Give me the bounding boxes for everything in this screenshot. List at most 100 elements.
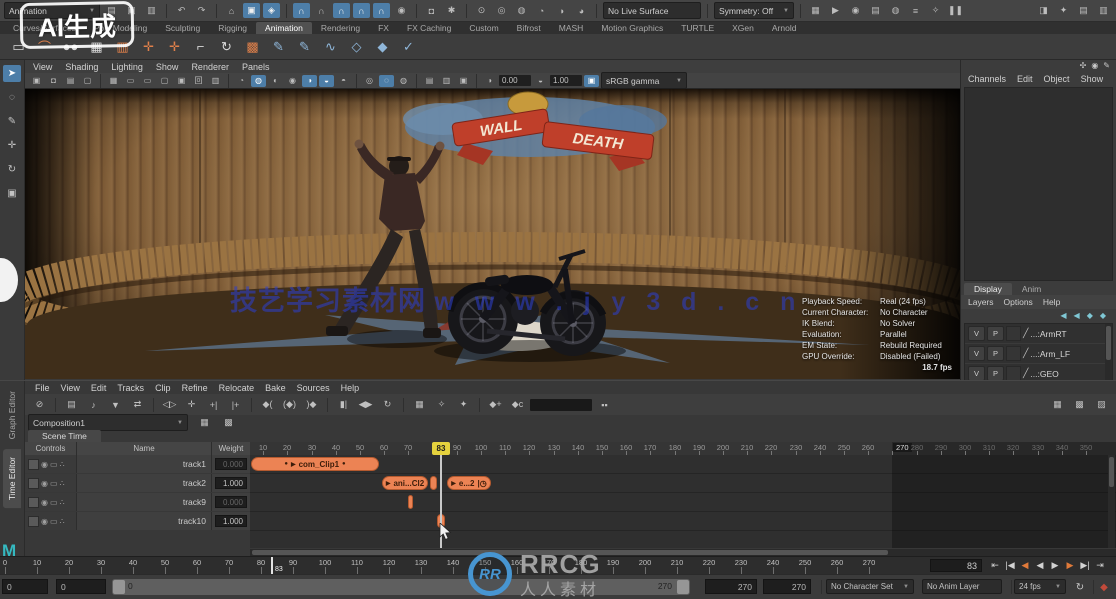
ipr-render-icon[interactable]: ◉ [847, 3, 864, 18]
layer-menu-options[interactable]: Options [1004, 297, 1033, 307]
snap-projected-center-icon[interactable]: ∩ [353, 3, 370, 18]
cache-icon[interactable]: ◎ [493, 3, 510, 18]
sequence-icon[interactable]: ▥ [439, 75, 454, 87]
shelf-tab-bifrost[interactable]: Bifrost [508, 22, 550, 34]
snapshot-icon[interactable]: ▤ [422, 75, 437, 87]
time-editor-menu-refine[interactable]: Refine [182, 383, 208, 393]
safe-action-icon[interactable]: 回 [191, 75, 206, 87]
pencil-curve-icon[interactable]: ✎ [268, 36, 289, 57]
construction-history-icon[interactable]: ⊙ [473, 3, 490, 18]
snap-point-icon[interactable]: ∩ [333, 3, 350, 18]
graph-key-icon[interactable]: ▩ [242, 36, 263, 57]
shelf-tab-arnold[interactable]: Arnold [763, 22, 806, 34]
exposure-icon[interactable]: ◑ [482, 75, 497, 87]
lock-selection-icon[interactable]: ◘ [423, 3, 440, 18]
set-breakdown-icon[interactable]: ✛ [164, 36, 185, 57]
time-editor-menu-sources[interactable]: Sources [297, 383, 330, 393]
retime-clip-icon[interactable]: ◆c [508, 397, 527, 413]
shelf-tab-turtle[interactable]: TURTLE [672, 22, 723, 34]
timeline-vscrollbar[interactable] [1108, 455, 1115, 548]
layer-color-swatch[interactable] [1006, 346, 1021, 361]
move-tool-icon[interactable]: ✛ [3, 137, 21, 154]
wireframe-icon[interactable]: ◔ [533, 3, 550, 18]
ghost-clip-icon[interactable]: ✧ [432, 397, 451, 413]
evaluation-icon[interactable]: ◍ [513, 3, 530, 18]
step-back-frame-button[interactable]: |◀ [1003, 558, 1017, 573]
channel-box-menu-edit[interactable]: Edit [1017, 74, 1033, 84]
composition-dropdown[interactable]: Composition1 ▼ [28, 414, 188, 431]
pose-icon[interactable]: ◇ [346, 36, 367, 57]
shelf-tab-mash[interactable]: MASH [550, 22, 593, 34]
ripple-edit-icon[interactable]: ◁▷ [160, 397, 179, 413]
layer-playback-toggle[interactable]: P [987, 326, 1004, 341]
layer-menu-layers[interactable]: Layers [968, 297, 994, 307]
viewport-menu-view[interactable]: View [33, 62, 52, 72]
loop-clip-icon[interactable]: ↻ [378, 397, 397, 413]
layer-tab-anim[interactable]: Anim [1012, 283, 1051, 295]
key-clip-start-icon[interactable]: ◆( [258, 397, 277, 413]
track-solo-icon[interactable]: ▭ [50, 460, 58, 469]
ik-handle-icon[interactable]: ⌐ [190, 36, 211, 57]
track-ghost-icon[interactable]: ∴ [60, 498, 65, 507]
clip-blob[interactable] [408, 495, 413, 509]
bookmark-icon[interactable]: ▤ [63, 75, 78, 87]
grid-toggle-icon[interactable]: ▦ [106, 75, 121, 87]
animation-end-field[interactable]: 270 [763, 579, 811, 594]
track-enable-checkbox[interactable] [28, 478, 39, 489]
shelf-tab-rigging[interactable]: Rigging [209, 22, 256, 34]
save-scene-icon[interactable]: ▥ [143, 3, 160, 18]
field-chart-icon[interactable]: ▣ [174, 75, 189, 87]
track-ghost-icon[interactable]: ∴ [60, 517, 65, 526]
viewport-menu-panels[interactable]: Panels [242, 62, 270, 72]
remove-gap-icon[interactable]: |+ [226, 397, 245, 413]
arc-tool-icon[interactable]: ∿ [320, 36, 341, 57]
live-surface-field[interactable]: No Live Surface [603, 2, 701, 19]
xray-joints-icon[interactable]: ◍ [396, 75, 411, 87]
view-transform-dropdown[interactable]: sRGB gamma▼ [601, 72, 687, 89]
time-editor-menu-relocate[interactable]: Relocate [219, 383, 255, 393]
loop-playback-icon[interactable]: ↻ [1072, 579, 1088, 595]
resolution-gate-icon[interactable]: ▭ [140, 75, 155, 87]
scale-tool-icon[interactable]: ▣ [3, 185, 21, 202]
snap-curve-icon[interactable]: ∩ [313, 3, 330, 18]
attribute-editor-icon[interactable]: ▤ [1075, 3, 1092, 18]
shaded-mode-icon[interactable]: ◍ [251, 75, 266, 87]
select-tool-icon[interactable]: ➤ [3, 65, 21, 82]
use-all-lights-icon[interactable]: ◉ [285, 75, 300, 87]
xyz-axis-icon[interactable]: ✣ [1080, 61, 1087, 72]
te-filter-field[interactable] [530, 399, 592, 411]
track-mute-icon[interactable]: ◉ [41, 517, 48, 526]
ghost-track-icon[interactable]: ✦ [454, 397, 473, 413]
mute-all-icon[interactable]: ⊘ [30, 397, 49, 413]
layer-list-vscrollbar[interactable] [1105, 324, 1112, 386]
symmetry-dropdown[interactable]: Symmetry: Off▼ [714, 2, 794, 19]
anim-snapshot-icon[interactable]: ◆ [372, 36, 393, 57]
time-editor-menu-edit[interactable]: Edit [91, 383, 107, 393]
timeline-hscrollbar[interactable] [250, 549, 1116, 556]
snap-grid-icon[interactable]: ∩ [293, 3, 310, 18]
play-backwards-button[interactable]: ◀ [1033, 558, 1047, 573]
range-end-handle[interactable] [677, 580, 689, 594]
screen-space-ao-icon[interactable]: ◒ [319, 75, 334, 87]
viewport-menu-show[interactable]: Show [156, 62, 179, 72]
track-weight-field[interactable]: 0.000 [215, 458, 247, 470]
playhead-flag[interactable]: 83 [432, 442, 450, 455]
textured-mode-icon[interactable]: ◐ [268, 75, 283, 87]
camera-select-icon[interactable]: ▣ [29, 75, 44, 87]
track-ghost-icon[interactable]: ∴ [60, 460, 65, 469]
layer-row[interactable]: VP╱...:ArmRT [965, 324, 1112, 344]
track-mute-icon[interactable]: ◉ [41, 460, 48, 469]
motion-blur-icon[interactable]: ◓ [336, 75, 351, 87]
channel-box-menu-show[interactable]: Show [1081, 74, 1104, 84]
viewport-menu-renderer[interactable]: Renderer [191, 62, 229, 72]
shadows-icon[interactable]: ◑ [302, 75, 317, 87]
layer-visibility-toggle[interactable]: V [968, 326, 985, 341]
shelf-tab-animation[interactable]: Animation [256, 22, 312, 34]
create-clip-icon[interactable]: ▦ [410, 397, 429, 413]
track-enable-checkbox[interactable] [28, 516, 39, 527]
lasso-tool-icon[interactable]: ◌ [3, 89, 21, 106]
time-editor-menu-clip[interactable]: Clip [155, 383, 171, 393]
clip-blob[interactable] [430, 476, 437, 490]
playback-end-field[interactable]: 270 [705, 579, 757, 594]
key-clip-end-icon[interactable]: )◆ [302, 397, 321, 413]
